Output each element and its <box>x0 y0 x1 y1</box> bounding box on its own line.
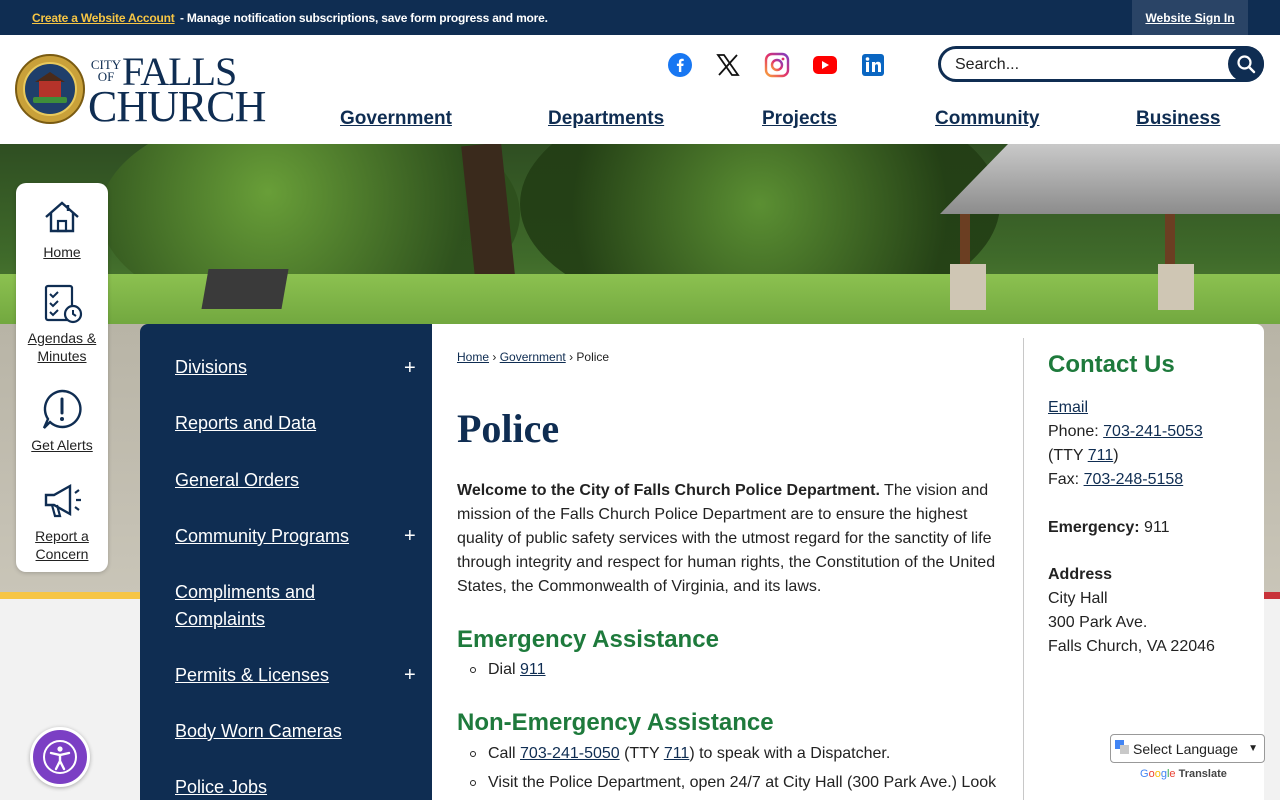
search-input[interactable] <box>955 53 1225 77</box>
manage-subscriptions-text: - Manage notification subscriptions, sav… <box>180 11 548 25</box>
instagram-icon[interactable] <box>764 52 790 78</box>
non-emergency-heading: Non-Emergency Assistance <box>457 709 774 736</box>
chevron-down-icon: ▼ <box>1248 743 1258 754</box>
google-logo-icon: Google <box>1140 768 1176 780</box>
accessibility-button[interactable] <box>30 727 90 787</box>
column-divider <box>1023 338 1024 800</box>
sidebar-item-community-programs[interactable]: Community Programs <box>175 523 349 550</box>
contact-tty: (TTY 711) <box>1048 447 1119 464</box>
linkedin-icon[interactable] <box>860 52 886 78</box>
list-item: Dial 911 <box>470 659 546 681</box>
nav-government[interactable]: Government <box>340 108 452 130</box>
quick-link-report-concern[interactable]: Report a Concern <box>16 479 108 563</box>
accent-line-gold <box>0 592 140 599</box>
facebook-icon[interactable] <box>667 52 693 78</box>
expand-permits-licenses-button[interactable]: + <box>404 665 416 685</box>
emergency-911-link[interactable]: 911 <box>520 661 546 678</box>
sidebar-item-divisions[interactable]: Divisions <box>175 354 247 381</box>
city-seal-icon <box>15 54 85 124</box>
accessibility-icon <box>43 740 77 774</box>
language-select-label: Select Language <box>1133 740 1239 757</box>
contact-us-heading: Contact Us <box>1048 351 1175 378</box>
contact-email-link[interactable]: Email <box>1048 399 1088 416</box>
breadcrumb: Home › Government › Police <box>457 350 610 364</box>
list-item: Visit the Police Department, open 24/7 a… <box>470 772 996 794</box>
search-box <box>938 46 1264 82</box>
emergency-heading: Emergency Assistance <box>457 626 719 653</box>
accent-line-red <box>1264 592 1280 599</box>
megaphone-icon <box>44 483 81 518</box>
top-bar: Create a Website Account - Manage notifi… <box>0 0 1280 35</box>
search-button[interactable] <box>1228 46 1264 82</box>
nav-departments[interactable]: Departments <box>548 108 664 130</box>
sidebar-item-reports-and-data[interactable]: Reports and Data <box>175 410 316 437</box>
contact-emergency: Emergency: 911 <box>1048 519 1170 536</box>
home-icon <box>45 201 79 233</box>
quick-link-report-concern-label: Report a Concern <box>35 528 89 562</box>
breadcrumb-government[interactable]: Government <box>500 350 566 364</box>
contact-tty-link[interactable]: 711 <box>1088 447 1114 464</box>
quick-link-alerts-label: Get Alerts <box>31 437 93 453</box>
site-header: CITYOF FALLS CHURCH Government Departmen… <box>0 35 1280 144</box>
create-account-link[interactable]: Create a Website Account <box>32 11 175 25</box>
quick-link-home[interactable]: Home <box>16 195 108 261</box>
agenda-clipboard-icon <box>44 284 83 324</box>
logo-church-text: CHURCH <box>88 82 266 131</box>
nav-projects[interactable]: Projects <box>762 108 837 130</box>
dispatcher-tty-link[interactable]: 711 <box>664 745 690 762</box>
contact-phone: Phone: 703-241-5053 <box>1048 423 1203 440</box>
sidebar-item-police-jobs[interactable]: Police Jobs <box>175 774 267 800</box>
logo-city-text: CITY OF <box>90 57 122 84</box>
quick-links-panel: Home Agendas & Minutes Get Alerts Report… <box>16 183 108 572</box>
google-g-icon <box>1111 740 1133 757</box>
intro-paragraph: Welcome to the City of Falls Church Poli… <box>457 482 996 595</box>
sidebar-item-body-worn-cameras[interactable]: Body Worn Cameras <box>175 718 342 745</box>
contact-address-label: Address <box>1048 566 1113 583</box>
sidebar-item-compliments-complaints[interactable]: Compliments and Complaints <box>175 579 365 633</box>
contact-address-line: Falls Church, VA 22046 <box>1048 638 1215 655</box>
language-select[interactable]: Select Language ▼ <box>1110 734 1265 763</box>
nav-community[interactable]: Community <box>935 108 1040 130</box>
quick-link-agendas-label: Agendas & Minutes <box>27 330 97 364</box>
contact-address-line: City Hall <box>1048 590 1108 607</box>
contact-fax-link[interactable]: 703-248-5158 <box>1084 471 1184 488</box>
quick-link-alerts[interactable]: Get Alerts <box>16 388 108 454</box>
sidebar-item-permits-licenses[interactable]: Permits & Licenses <box>175 662 329 689</box>
contact-address-line: 300 Park Ave. <box>1048 614 1148 631</box>
dispatcher-phone-link[interactable]: 703-241-5050 <box>520 745 620 762</box>
alert-icon <box>42 389 82 429</box>
breadcrumb-current: Police <box>576 350 610 364</box>
youtube-icon[interactable] <box>812 52 838 78</box>
search-icon <box>1237 55 1256 74</box>
contact-phone-link[interactable]: 703-241-5053 <box>1103 423 1203 440</box>
list-item: Call 703-241-5050 (TTY 711) to speak wit… <box>470 743 890 765</box>
quick-link-home-label: Home <box>43 244 81 260</box>
contact-fax: Fax: 703-248-5158 <box>1048 471 1184 488</box>
breadcrumb-home[interactable]: Home <box>457 350 489 364</box>
nav-business[interactable]: Business <box>1136 108 1220 130</box>
expand-divisions-button[interactable]: + <box>404 358 416 378</box>
page-title: Police <box>457 406 560 451</box>
quick-link-agendas[interactable]: Agendas & Minutes <box>16 281 108 365</box>
sidebar-item-general-orders[interactable]: General Orders <box>175 467 299 494</box>
website-sign-in-button[interactable]: Website Sign In <box>1132 0 1248 35</box>
x-twitter-icon[interactable] <box>715 52 741 78</box>
expand-community-programs-button[interactable]: + <box>404 526 416 546</box>
powered-by-google-translate: Google Translate <box>1140 768 1227 780</box>
